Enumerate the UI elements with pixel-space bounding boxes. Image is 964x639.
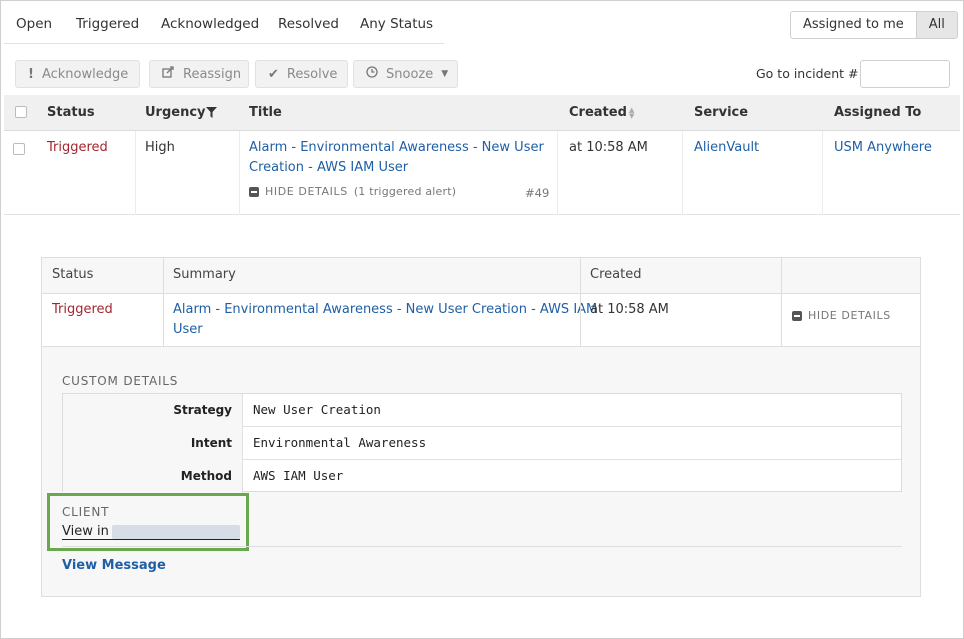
custom-detail-row: Method AWS IAM User [63,460,901,493]
incident-table-header: Status Urgency Title Created ▲ ▼ Service … [4,95,960,131]
incident-urgency: High [145,140,175,155]
select-all-checkbox[interactable] [15,106,27,118]
incident-number: #49 [525,186,550,200]
redacted-client-name [111,524,240,539]
alert-hide-details-label: HIDE DETAILS [808,309,891,322]
column-divider [239,131,240,215]
assigned-link[interactable]: USM Anywhere [834,138,932,158]
incident-created: at 10:58 AM [569,140,648,155]
filter-icon[interactable] [206,107,217,122]
assignment-toggle: Assigned to me All [790,11,958,39]
hide-details-label: HIDE DETAILS [265,185,348,198]
all-button[interactable]: All [915,12,957,38]
custom-detail-key: Method [63,460,243,493]
custom-details-table: Strategy New User Creation Intent Enviro… [62,393,902,493]
check-icon: ✔ [268,66,279,82]
alerts-column-summary: Summary [173,267,236,282]
exclamation-icon: ! [28,66,34,82]
column-service[interactable]: Service [694,105,748,120]
alerts-column-created: Created [590,267,642,282]
clock-icon [366,66,378,82]
custom-detail-row: Strategy New User Creation [63,394,901,427]
custom-detail-key: Intent [63,427,243,460]
alerts-table-header: Status Summary Created [42,258,920,294]
column-created[interactable]: Created [569,105,627,120]
resolve-label: Resolve [286,66,338,82]
caret-down-icon: ▼ [441,69,449,79]
custom-detail-key: Strategy [63,394,243,427]
table-row: Triggered High Alarm - Environmental Awa… [4,131,960,215]
tab-triggered[interactable]: Triggered [76,16,139,32]
alerts-column-status: Status [52,267,94,282]
column-divider [135,131,136,215]
incident-title-line2[interactable]: Creation - AWS IAM User [249,158,408,178]
reassign-button[interactable]: Reassign [149,60,249,88]
acknowledge-label: Acknowledge [41,66,129,82]
resolve-button[interactable]: ✔ Resolve [255,60,348,88]
minus-square-icon [249,186,259,197]
column-urgency[interactable]: Urgency [145,105,206,120]
reassign-icon [162,66,175,82]
acknowledge-button[interactable]: ! Acknowledge [15,60,140,88]
assigned-to-me-button[interactable]: Assigned to me [791,12,916,38]
minus-square-icon [792,310,802,321]
alert-summary-line2[interactable]: User [173,320,203,340]
column-title[interactable]: Title [249,105,282,120]
custom-detail-value: AWS IAM User [253,468,344,483]
alert-count: (1 triggered alert) [353,185,457,198]
divider [62,546,902,547]
incident-status: Triggered [47,140,108,155]
tab-resolved[interactable]: Resolved [278,16,339,32]
view-in-client-link[interactable]: View in [62,524,240,540]
column-divider [557,131,558,215]
tab-any-status[interactable]: Any Status [360,16,433,32]
column-divider [822,131,823,215]
service-link[interactable]: AlienVault [694,138,759,158]
column-divider [781,258,782,347]
custom-detail-value: New User Creation [253,402,381,417]
column-status[interactable]: Status [47,105,95,120]
goto-incident-input[interactable] [860,60,950,88]
goto-incident-label: Go to incident # : [756,66,867,81]
column-divider [163,258,164,347]
hide-details-toggle[interactable]: HIDE DETAILS (1 triggered alert) [249,185,456,198]
view-message-link[interactable]: View Message [62,558,166,573]
alert-status: Triggered [52,302,113,317]
custom-detail-row: Intent Environmental Awareness [63,427,901,460]
alert-summary-line1[interactable]: Alarm - Environmental Awareness - New Us… [173,300,597,320]
alert-created: at 10:58 AM [590,302,669,317]
snooze-button[interactable]: Snooze ▼ [353,60,458,88]
view-in-label: View in [62,524,109,539]
column-divider [682,131,683,215]
incident-details-panel: Status Summary Created Triggered Alarm -… [41,257,921,597]
alert-row: Triggered Alarm - Environmental Awarenes… [42,294,920,347]
tab-open[interactable]: Open [16,16,52,32]
column-assigned-to[interactable]: Assigned To [834,105,921,120]
incident-title-line1[interactable]: Alarm - Environmental Awareness - New Us… [249,138,544,158]
snooze-label: Snooze [386,66,434,82]
alert-hide-details-toggle[interactable]: HIDE DETAILS [792,309,891,322]
client-highlight-box [47,493,249,551]
column-divider [580,258,581,347]
custom-details-heading: CUSTOM DETAILS [62,374,179,388]
tab-acknowledged[interactable]: Acknowledged [161,16,259,32]
custom-detail-value: Environmental Awareness [253,435,427,450]
row-checkbox[interactable] [13,143,25,155]
client-heading: CLIENT [62,505,110,519]
status-tabs: Open Triggered Acknowledged Resolved Any… [4,8,444,44]
reassign-label: Reassign [183,66,242,82]
sort-icon[interactable]: ▲ ▼ [629,107,634,120]
